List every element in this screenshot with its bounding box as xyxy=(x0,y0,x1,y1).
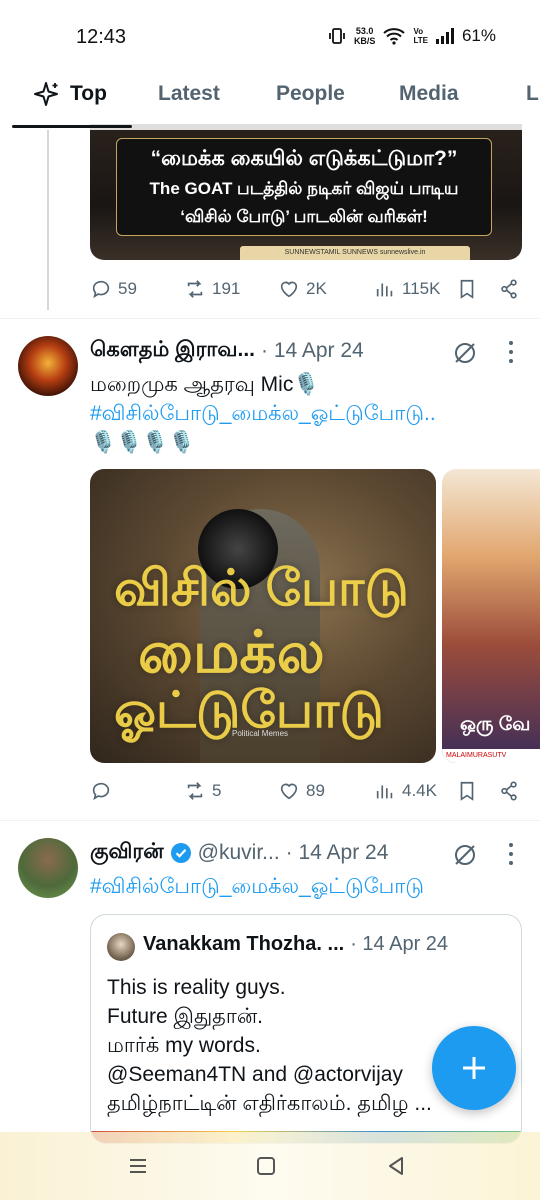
reply-icon xyxy=(92,782,110,801)
more-options-icon[interactable] xyxy=(508,341,514,363)
views-button[interactable]: 4.4K xyxy=(374,780,437,802)
repost-button[interactable]: 191 xyxy=(184,278,240,300)
bookmark-button[interactable] xyxy=(456,278,478,300)
tab-lists[interactable]: L xyxy=(526,82,539,106)
share-icon xyxy=(501,781,517,801)
status-icons: 53.0 KB/S Vo LTE 61% xyxy=(328,26,496,46)
hashtag-link[interactable]: #விசில்போடு_மைக்ல_ஓட்டுபோடு.. xyxy=(90,399,510,428)
author-handle[interactable]: @kuvir... xyxy=(198,841,280,865)
author-name[interactable]: கௌதம் இராவ... xyxy=(90,338,255,364)
quoted-tweet-header: Vanakkam Thozha. ... · 14 Apr 24 xyxy=(143,933,449,955)
search-tabs: Top Latest People Media L xyxy=(0,70,540,130)
tweet-date[interactable]: · 14 Apr 24 xyxy=(261,339,364,363)
system-nav-bar xyxy=(0,1132,540,1200)
avatar[interactable] xyxy=(18,336,78,396)
bookmark-icon xyxy=(460,781,474,801)
reply-button[interactable]: 59 xyxy=(90,278,137,300)
tweet2-media: விசில் போடு மைக்ல ஓட்டுபோடு Political Me… xyxy=(90,469,540,763)
volte-indicator: Vo LTE xyxy=(413,27,428,45)
grok-icon[interactable] xyxy=(452,842,478,868)
reply-icon xyxy=(92,280,110,299)
recent-apps-icon[interactable] xyxy=(126,1154,150,1178)
views-icon xyxy=(376,785,393,799)
home-icon[interactable] xyxy=(254,1154,278,1178)
media-image[interactable]: விசில் போடு மைக்ல ஓட்டுபோடு Political Me… xyxy=(90,469,436,763)
heart-icon xyxy=(280,281,298,298)
share-icon xyxy=(501,279,517,299)
card-subline: The GOAT படத்தில் நடிகர் விஜய் பாடிய xyxy=(149,179,459,198)
views-button[interactable]: 115K xyxy=(374,278,440,300)
plus-icon xyxy=(463,1057,485,1079)
grok-icon[interactable] xyxy=(452,340,478,366)
tab-media[interactable]: Media xyxy=(399,82,459,106)
tweet2-header: கௌதம் இராவ... · 14 Apr 24 xyxy=(90,338,364,364)
wifi-icon xyxy=(383,28,406,45)
battery-level: 61% xyxy=(461,26,496,45)
status-time: 12:43 xyxy=(76,26,127,48)
thread-line xyxy=(47,130,49,310)
bookmark-icon xyxy=(460,279,474,299)
media-image[interactable]: ஒரு வே MALAIMURASUTV xyxy=(442,469,540,763)
quote-card: “மைக்க கையில் எடுக்கட்டுமா?” The GOAT பட… xyxy=(116,138,492,236)
reply-button[interactable] xyxy=(90,780,118,802)
avatar[interactable] xyxy=(18,838,78,898)
status-bar: 12:43 53.0 KB/S Vo LTE 61% xyxy=(0,0,540,70)
tab-people[interactable]: People xyxy=(276,82,345,106)
repost-icon xyxy=(187,782,203,800)
tab-top[interactable]: Top xyxy=(32,82,107,106)
heart-icon xyxy=(280,783,298,800)
avatar xyxy=(107,933,135,961)
tweet3-header: குவிரன் @kuvir... · 14 Apr 24 xyxy=(90,840,388,866)
tweet1-actions: 59 191 2K 115K xyxy=(90,274,530,304)
more-options-icon[interactable] xyxy=(508,843,514,865)
card-headline: “மைக்க கையில் எடுக்கட்டுமா?” xyxy=(150,147,458,170)
repost-icon xyxy=(187,280,203,298)
tweet2-body: மறைமுக ஆதரவு Mic🎙️ #விசில்போடு_மைக்ல_ஓட்… xyxy=(90,370,510,457)
back-icon[interactable] xyxy=(384,1154,408,1178)
hashtag-link[interactable]: #விசில்போடு_மைக்ல_ஓட்டுபோடு xyxy=(90,872,510,901)
tweet2-actions: 5 89 4.4K xyxy=(90,776,530,806)
sparkle-icon xyxy=(34,82,58,106)
tweet1-media-card[interactable]: “மைக்க கையில் எடுக்கட்டுமா?” The GOAT பட… xyxy=(90,124,522,260)
tweet-divider xyxy=(0,820,540,821)
active-tab-indicator xyxy=(12,125,132,128)
views-icon xyxy=(376,283,393,297)
share-button[interactable] xyxy=(498,278,520,300)
tab-latest[interactable]: Latest xyxy=(158,82,220,106)
signal-icon xyxy=(435,28,454,44)
vibrate-icon xyxy=(329,28,345,44)
card-source-footer: SUNNEWSTAMIL SUNNEWS sunnewslive.in xyxy=(240,246,470,260)
bookmark-button[interactable] xyxy=(456,780,478,802)
card-subline-2: ‘விசில் போடு’ பாடலின் வரிகள்! xyxy=(180,207,428,226)
network-speed: 53.0 KB/S xyxy=(353,26,376,46)
share-button[interactable] xyxy=(498,780,520,802)
compose-button[interactable] xyxy=(432,1026,516,1110)
author-name[interactable]: குவிரன் xyxy=(90,840,164,866)
verified-badge-icon xyxy=(170,843,191,863)
like-button[interactable]: 2K xyxy=(278,278,327,300)
tweet-date[interactable]: · 14 Apr 24 xyxy=(286,841,389,865)
repost-button[interactable]: 5 xyxy=(184,780,221,802)
like-button[interactable]: 89 xyxy=(278,780,325,802)
tweet-divider xyxy=(0,318,540,319)
tweet3-body: #விசில்போடு_மைக்ல_ஓட்டுபோடு xyxy=(90,872,510,901)
